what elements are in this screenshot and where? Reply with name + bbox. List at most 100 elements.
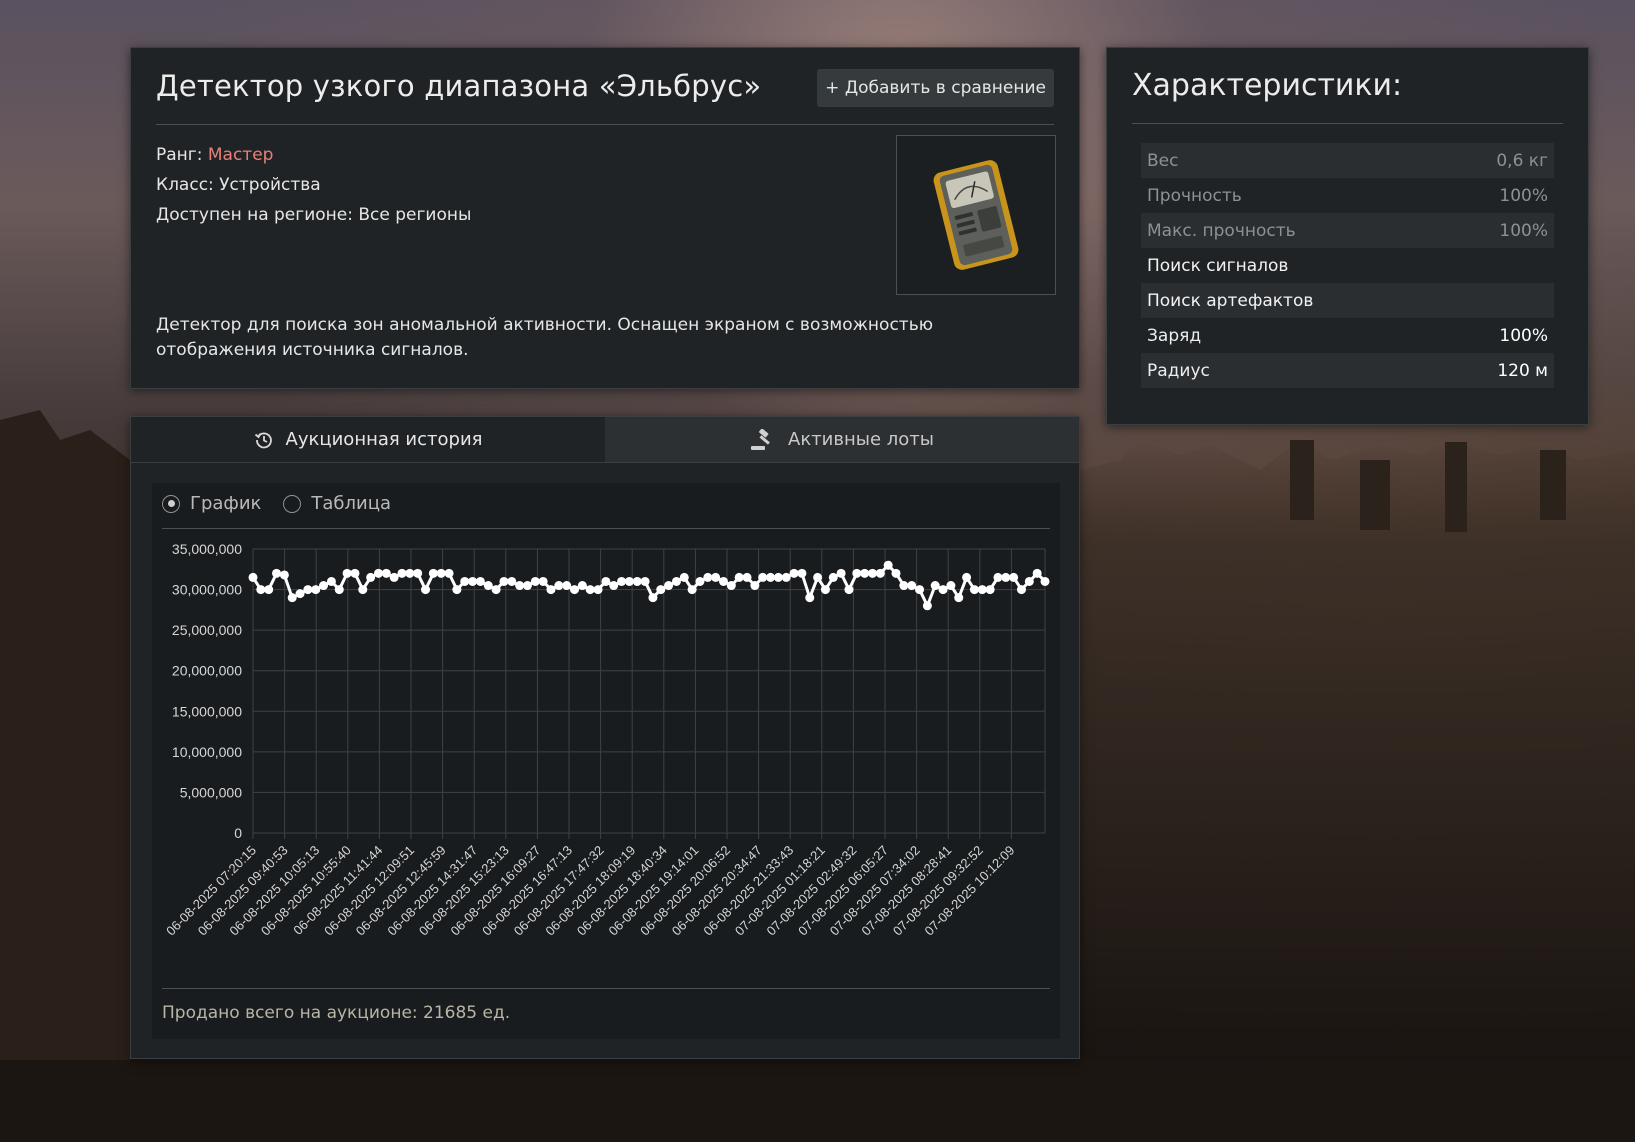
data-point [891, 568, 901, 578]
stat-name: Радиус [1147, 360, 1210, 381]
data-point [805, 593, 815, 603]
data-point [530, 576, 540, 586]
data-point [985, 585, 995, 595]
data-point [397, 568, 407, 578]
data-point [303, 585, 313, 595]
stat-value: 120 м [1497, 360, 1548, 381]
data-point [522, 581, 532, 591]
stat-value: 100% [1499, 325, 1548, 346]
data-point [319, 581, 329, 591]
price-history-chart: 35,000,000 30,000,000 25,000,000 20,000,000… [163, 541, 1050, 938]
data-point [962, 572, 972, 582]
stat-row: Макс. прочность 100% [1141, 213, 1554, 248]
data-point [695, 576, 705, 586]
data-point [789, 568, 799, 578]
stat-value: 100% [1499, 220, 1548, 241]
data-point [342, 568, 352, 578]
data-point [546, 585, 556, 595]
data-point [907, 581, 917, 591]
data-point [562, 581, 572, 591]
data-point [648, 593, 658, 603]
tab-auction-history-label: Аукционная история [285, 429, 483, 450]
data-point [671, 576, 681, 586]
y-tick-label: 0 [234, 825, 242, 841]
data-point [295, 589, 305, 599]
data-point [475, 576, 485, 586]
tab-auction-history[interactable]: Аукционная история [131, 417, 605, 462]
data-point [883, 560, 893, 570]
data-point [1040, 576, 1050, 586]
y-tick-label: 5,000,000 [180, 784, 242, 800]
auction-tabs: Аукционная история Активные лоты [131, 417, 1079, 463]
data-point [264, 585, 274, 595]
data-point [1032, 568, 1042, 578]
data-point [436, 568, 446, 578]
data-point [248, 572, 258, 582]
data-point [624, 576, 634, 586]
data-point [593, 585, 603, 595]
data-point [460, 576, 470, 586]
stat-name: Прочность [1147, 185, 1242, 206]
chart-bottom-divider [162, 988, 1050, 989]
data-point [734, 572, 744, 582]
stats-list: Вес 0,6 кг Прочность 100% Макс. прочность 100… [1132, 143, 1563, 388]
stats-title: Характеристики: [1132, 48, 1563, 124]
data-point [1009, 572, 1019, 582]
data-point [664, 581, 674, 591]
data-point [334, 585, 344, 595]
data-point [726, 581, 736, 591]
radio-chart-indicator[interactable] [162, 494, 180, 513]
radio-table-view[interactable]: Таблица [283, 493, 391, 514]
stat-row: Поиск артефактов [1141, 283, 1554, 318]
data-point [687, 585, 697, 595]
data-point [1016, 585, 1026, 595]
data-point [860, 568, 870, 578]
sold-total-text: Продано всего на аукционе: 21685 ед. [162, 1003, 511, 1023]
data-point [899, 581, 909, 591]
data-point [1024, 576, 1034, 586]
y-tick-label: 30,000,000 [172, 582, 242, 598]
data-point [256, 585, 266, 595]
item-title: Детектор узкого диапазона «Эльбрус» [156, 69, 762, 103]
data-point [742, 572, 752, 582]
data-point [405, 568, 415, 578]
data-point [444, 568, 454, 578]
data-point [820, 585, 830, 595]
data-point [773, 572, 783, 582]
tab-active-lots[interactable]: Активные лоты [605, 417, 1079, 462]
data-point [570, 585, 580, 595]
data-point [758, 572, 768, 582]
view-toggle: График Таблица [162, 493, 391, 514]
item-image [896, 135, 1056, 295]
chart-top-divider [162, 528, 1050, 529]
stat-value: 100% [1499, 185, 1548, 206]
data-point [977, 585, 987, 595]
y-tick-label: 35,000,000 [172, 541, 242, 557]
data-point [468, 576, 478, 586]
data-point [389, 572, 399, 582]
data-point [711, 572, 721, 582]
data-point [483, 581, 493, 591]
stats-panel: Характеристики: Вес 0,6 кг Прочность 100% Ма… [1106, 47, 1589, 425]
stat-value: 0,6 кг [1496, 150, 1548, 171]
data-point [311, 585, 321, 595]
data-point [946, 581, 956, 591]
radio-table-label: Таблица [311, 493, 392, 514]
data-point [350, 568, 360, 578]
data-point [538, 576, 548, 586]
data-point [993, 572, 1003, 582]
rank-line: Ранг: Мастер [156, 140, 471, 170]
data-point [491, 585, 501, 595]
data-point [413, 568, 423, 578]
radio-chart-view[interactable]: График [162, 493, 261, 514]
tab-active-lots-label: Активные лоты [788, 429, 934, 450]
radio-table-indicator[interactable] [283, 494, 302, 513]
data-point [679, 572, 689, 582]
data-point [499, 576, 509, 586]
data-point [750, 581, 760, 591]
data-point [938, 585, 948, 595]
data-point [373, 568, 383, 578]
data-point [452, 585, 462, 595]
data-point [358, 585, 368, 595]
add-to-compare-button[interactable]: + Добавить в сравнение [817, 69, 1054, 107]
